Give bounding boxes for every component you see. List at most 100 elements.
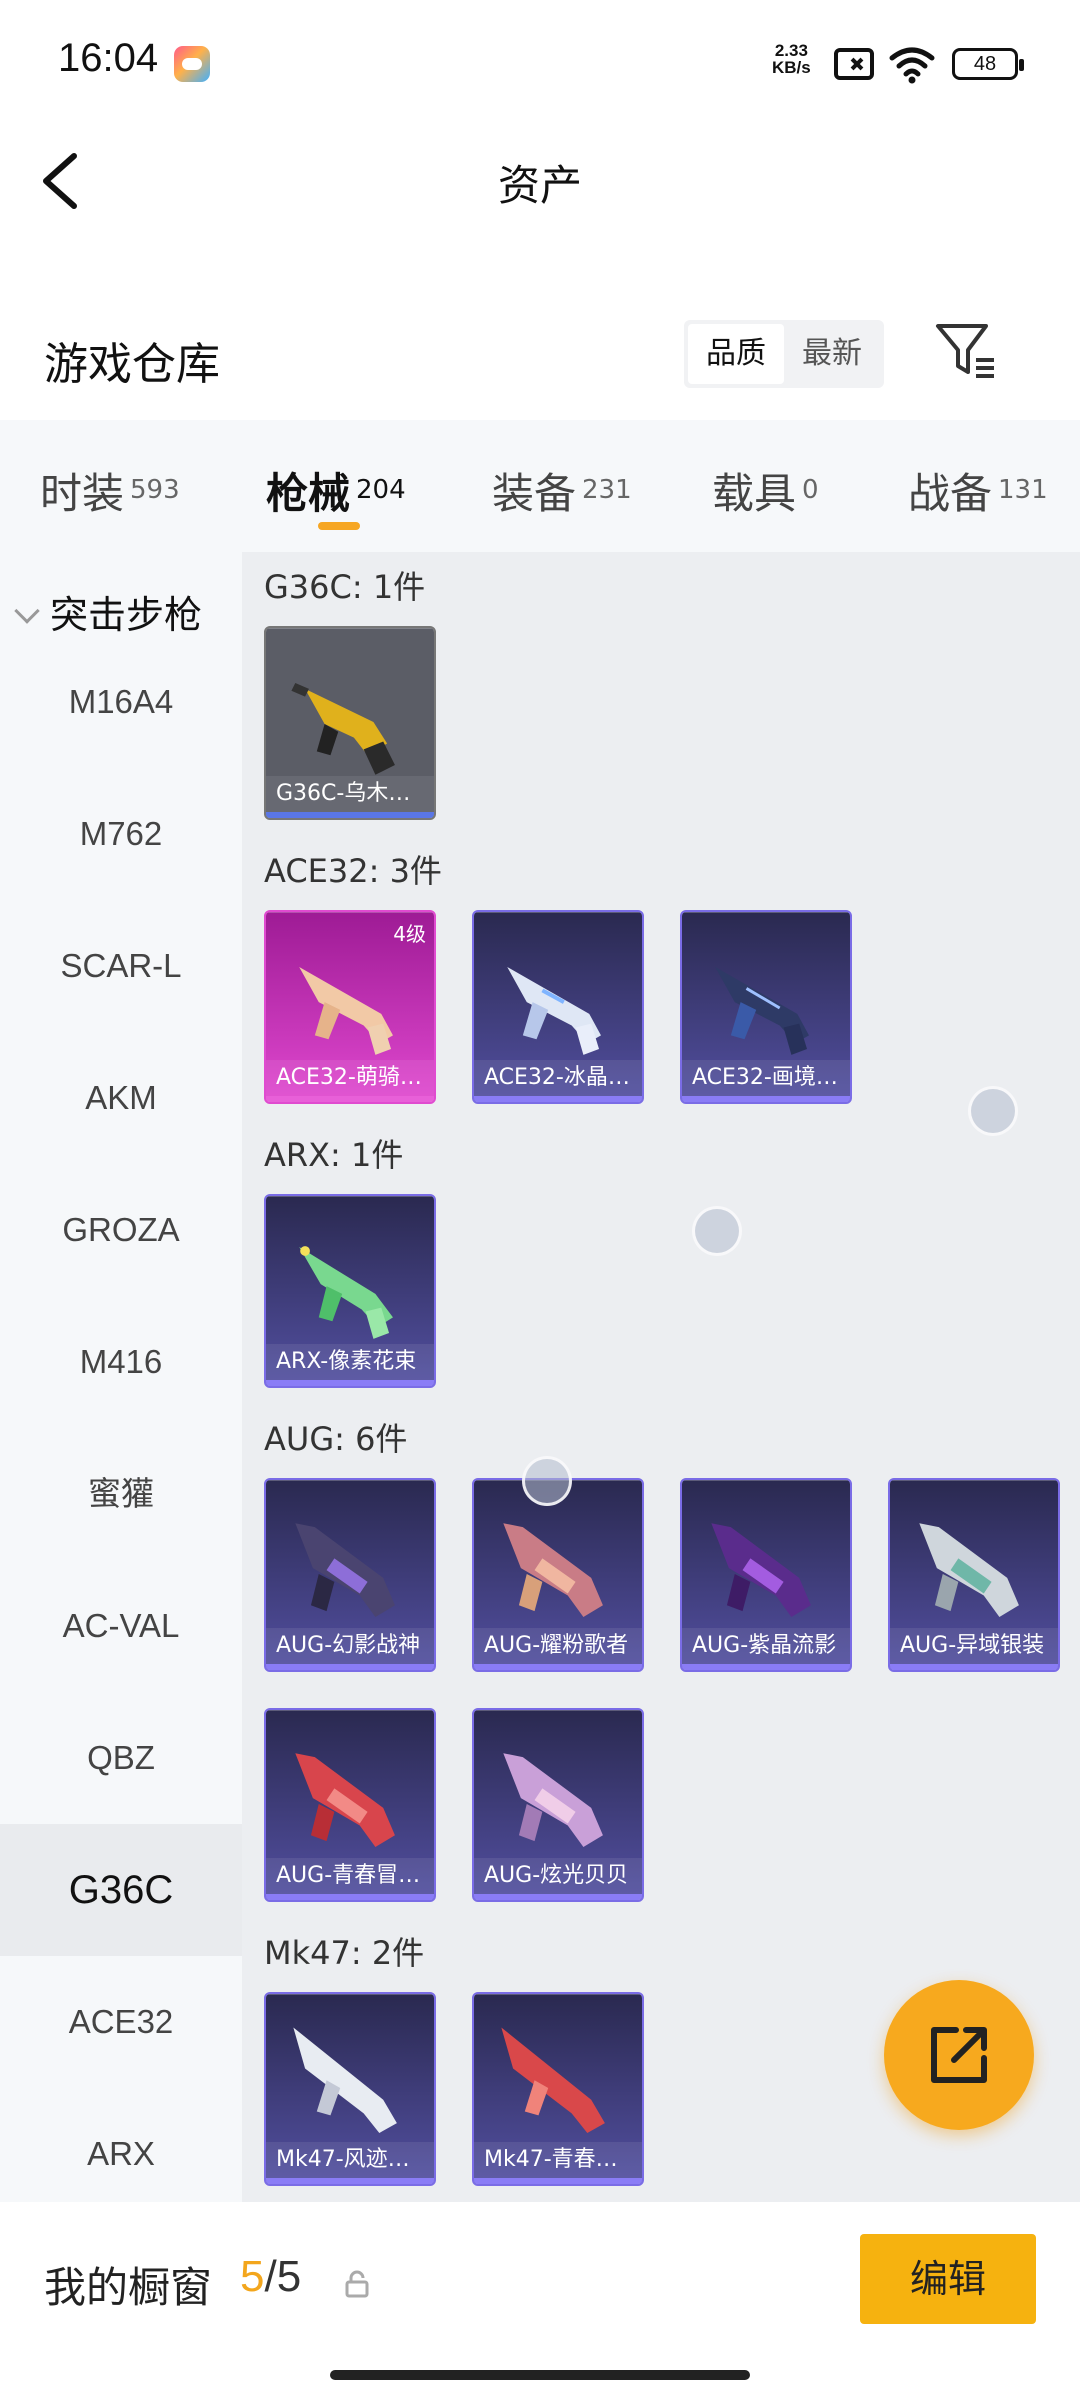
tab-firearms[interactable]: 枪械 204 (266, 460, 406, 521)
tab-count: 593 (130, 475, 180, 505)
skin-name: AUG-紫晶流影 (682, 1628, 850, 1664)
showcase-separator: / (264, 2252, 277, 2301)
battery-icon: 48 (952, 48, 1024, 80)
touch-indicator (968, 1086, 1018, 1136)
skin-card[interactable]: 4级 ACE32-萌骑… (264, 910, 436, 1104)
tab-label: 枪械 (266, 469, 351, 518)
sidebar-item-ac-val[interactable]: AC-VAL (0, 1560, 242, 1692)
quality-bar (682, 1664, 850, 1670)
quality-bar (266, 2178, 434, 2184)
sidebar-item-qbz[interactable]: QBZ (0, 1692, 242, 1824)
skin-name: G36C-乌木… (266, 776, 434, 812)
home-indicator[interactable] (330, 2370, 750, 2380)
filter-icon[interactable] (934, 320, 998, 380)
sidebar-item-m416[interactable]: M416 (0, 1296, 242, 1428)
no-sim-icon (834, 48, 874, 80)
sidebar-item-akm[interactable]: AKM (0, 1032, 242, 1164)
skin-card[interactable]: AUG-异域银装 (888, 1478, 1060, 1672)
tab-count: 131 (998, 475, 1048, 505)
chevron-down-icon (14, 598, 40, 624)
tab-supplies[interactable]: 战备 131 (908, 460, 1048, 521)
tab-vehicles[interactable]: 载具 0 (712, 460, 819, 521)
warehouse-title: 游戏仓库 (44, 339, 220, 390)
showcase-label: 我的橱窗 (44, 2263, 213, 2312)
skin-name: ACE32-画境… (682, 1060, 850, 1096)
edit-button[interactable]: 编辑 (860, 2234, 1036, 2324)
quality-bar (890, 1664, 1058, 1670)
skin-card[interactable]: AUG-青春冒… (264, 1708, 436, 1902)
page-title: 资产 (497, 161, 582, 210)
skin-card[interactable]: AUG-幻影战神 (264, 1478, 436, 1672)
group-label-ace32: ACE32: 3件 (264, 852, 442, 890)
game-controller-icon (174, 46, 210, 82)
quality-bar (474, 2178, 642, 2184)
network-speed-value: 2.33 (774, 41, 808, 60)
sidebar-item-ace32[interactable]: ACE32 (0, 1956, 242, 2088)
touch-indicator (692, 1206, 742, 1256)
weapon-sidebar[interactable]: 突击步枪 M16A4 M762 SCAR-L AKM GROZA M416 蜜獾… (0, 552, 242, 2202)
skin-name: Mk47-风迹… (266, 2142, 434, 2178)
quality-bar (474, 1894, 642, 1900)
skin-name: AUG-耀粉歌者 (474, 1628, 642, 1664)
tab-count: 0 (802, 475, 819, 505)
tab-fashion[interactable]: 时装 593 (40, 460, 180, 521)
quality-bar (266, 1096, 434, 1102)
share-button[interactable] (884, 1980, 1034, 2130)
network-speed-unit: KB/s (772, 58, 811, 77)
skin-card[interactable]: AUG-耀粉歌者 (472, 1478, 644, 1672)
group-label-g36c: G36C: 1件 (264, 568, 426, 606)
touch-indicator (522, 1456, 572, 1506)
skin-name: ACE32-萌骑… (266, 1060, 434, 1096)
active-tab-indicator (318, 522, 360, 530)
skin-name: AUG-异域银装 (890, 1628, 1058, 1664)
sort-toggle: 品质 最新 (684, 320, 884, 388)
group-label-aug: AUG: 6件 (264, 1420, 408, 1458)
tab-equipment[interactable]: 装备 231 (492, 460, 632, 521)
quality-bar (682, 1096, 850, 1102)
skin-name: AUG-青春冒… (266, 1858, 434, 1894)
sort-by-quality-button[interactable]: 品质 (688, 324, 784, 384)
category-tabs: 时装 593 枪械 204 装备 231 载具 0 战备 131 (0, 420, 1080, 552)
sidebar-item-m762[interactable]: M762 (0, 768, 242, 900)
showcase-current: 5 (240, 2252, 265, 2301)
skin-name: AUG-幻影战神 (266, 1628, 434, 1664)
sidebar-item-scar-l[interactable]: SCAR-L (0, 900, 242, 1032)
quality-bar (474, 1096, 642, 1102)
level-badge: 4级 (393, 922, 426, 946)
skin-name: Mk47-青春… (474, 2142, 642, 2178)
network-speed: 2.33 KB/s (772, 42, 811, 76)
skin-card[interactable]: AUG-紫晶流影 (680, 1478, 852, 1672)
sidebar-item-m16a4[interactable]: M16A4 (0, 636, 242, 768)
showcase-count: 5/5 (240, 2252, 301, 2302)
skin-card[interactable]: Mk47-风迹… (264, 1992, 436, 2186)
status-bar: 16:04 2.33 KB/s 48 (0, 0, 1080, 126)
quality-bar (266, 1380, 434, 1386)
weapon-grid[interactable]: G36C: 1件 G36C-乌木… ACE32: 3件 4级 ACE32-萌骑… (242, 552, 1080, 2202)
tab-label: 时装 (40, 469, 125, 518)
lock-icon (345, 2270, 369, 2298)
quality-bar (266, 812, 434, 818)
skin-card[interactable]: ACE32-冰晶… (472, 910, 644, 1104)
tab-count: 231 (582, 475, 632, 505)
skin-name: ACE32-冰晶… (474, 1060, 642, 1096)
sidebar-item-arx[interactable]: ARX (0, 2088, 242, 2202)
sort-by-latest-button[interactable]: 最新 (784, 324, 880, 384)
quality-bar (266, 1894, 434, 1900)
sidebar-item-honey-badger[interactable]: 蜜獾 (0, 1428, 242, 1560)
tab-count: 204 (356, 475, 406, 505)
share-icon (931, 2027, 987, 2083)
wifi-icon (889, 47, 935, 84)
skin-card[interactable]: AUG-炫光贝贝 (472, 1708, 644, 1902)
sidebar-group-label: 突击步枪 (50, 593, 203, 637)
skin-card[interactable]: G36C-乌木… (264, 626, 436, 820)
quality-bar (474, 1664, 642, 1670)
sidebar-item-groza[interactable]: GROZA (0, 1164, 242, 1296)
skin-name: AUG-炫光贝贝 (474, 1858, 642, 1894)
skin-card[interactable]: ACE32-画境… (680, 910, 852, 1104)
tab-label: 战备 (908, 469, 993, 518)
sidebar-item-g36c[interactable]: G36C (0, 1824, 242, 1956)
skin-card[interactable]: Mk47-青春… (472, 1992, 644, 2186)
skin-card[interactable]: ARX-像素花束 (264, 1194, 436, 1388)
group-label-arx: ARX: 1件 (264, 1136, 404, 1174)
skin-name: ARX-像素花束 (266, 1344, 434, 1380)
